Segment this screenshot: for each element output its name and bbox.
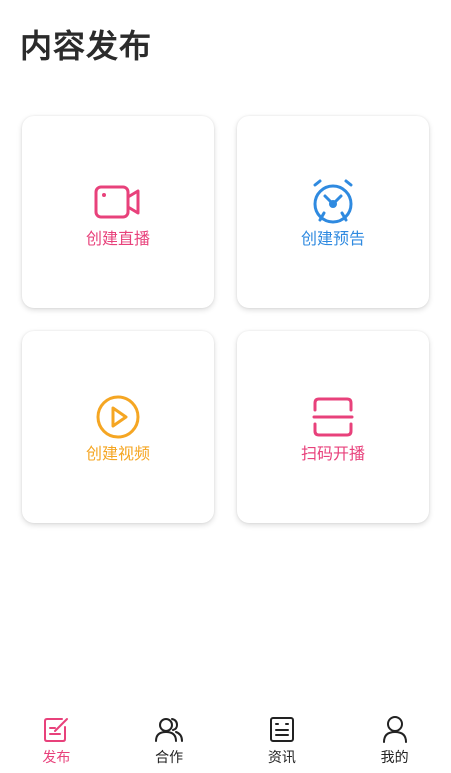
page-title: 内容发布 [20, 27, 153, 65]
scan-start-live-label: 扫码开播 [300, 444, 365, 463]
nav-label-publish: 发布 [42, 750, 71, 766]
nav-label-mine: 我的 [380, 750, 409, 766]
create-video-label: 创建视频 [85, 444, 150, 463]
alarm-clock-icon [309, 178, 357, 226]
edit-document-icon [42, 715, 70, 743]
users-icon [155, 715, 184, 743]
nav-label-news: 资讯 [267, 750, 296, 766]
video-camera-icon [94, 178, 142, 226]
nav-item-mine[interactable]: 我的 [338, 703, 451, 773]
nav-item-publish[interactable]: 发布 [0, 703, 113, 773]
play-circle-icon [94, 393, 142, 441]
user-icon [381, 715, 409, 743]
create-live-label: 创建直播 [85, 229, 150, 248]
nav-item-news[interactable]: 资讯 [226, 703, 339, 773]
nav-item-cooperation[interactable]: 合作 [113, 703, 226, 773]
create-video-card[interactable]: 创建视频 [22, 331, 214, 523]
news-icon [268, 715, 296, 743]
scan-start-live-card[interactable]: 扫码开播 [237, 331, 429, 523]
create-preview-label: 创建预告 [300, 229, 365, 248]
nav-label-cooperation: 合作 [155, 750, 184, 766]
create-live-card[interactable]: 创建直播 [22, 116, 214, 308]
scan-icon [309, 393, 357, 441]
bottom-nav: 发布 合作 资讯 我的 [0, 703, 451, 773]
create-preview-card[interactable]: 创建预告 [237, 116, 429, 308]
